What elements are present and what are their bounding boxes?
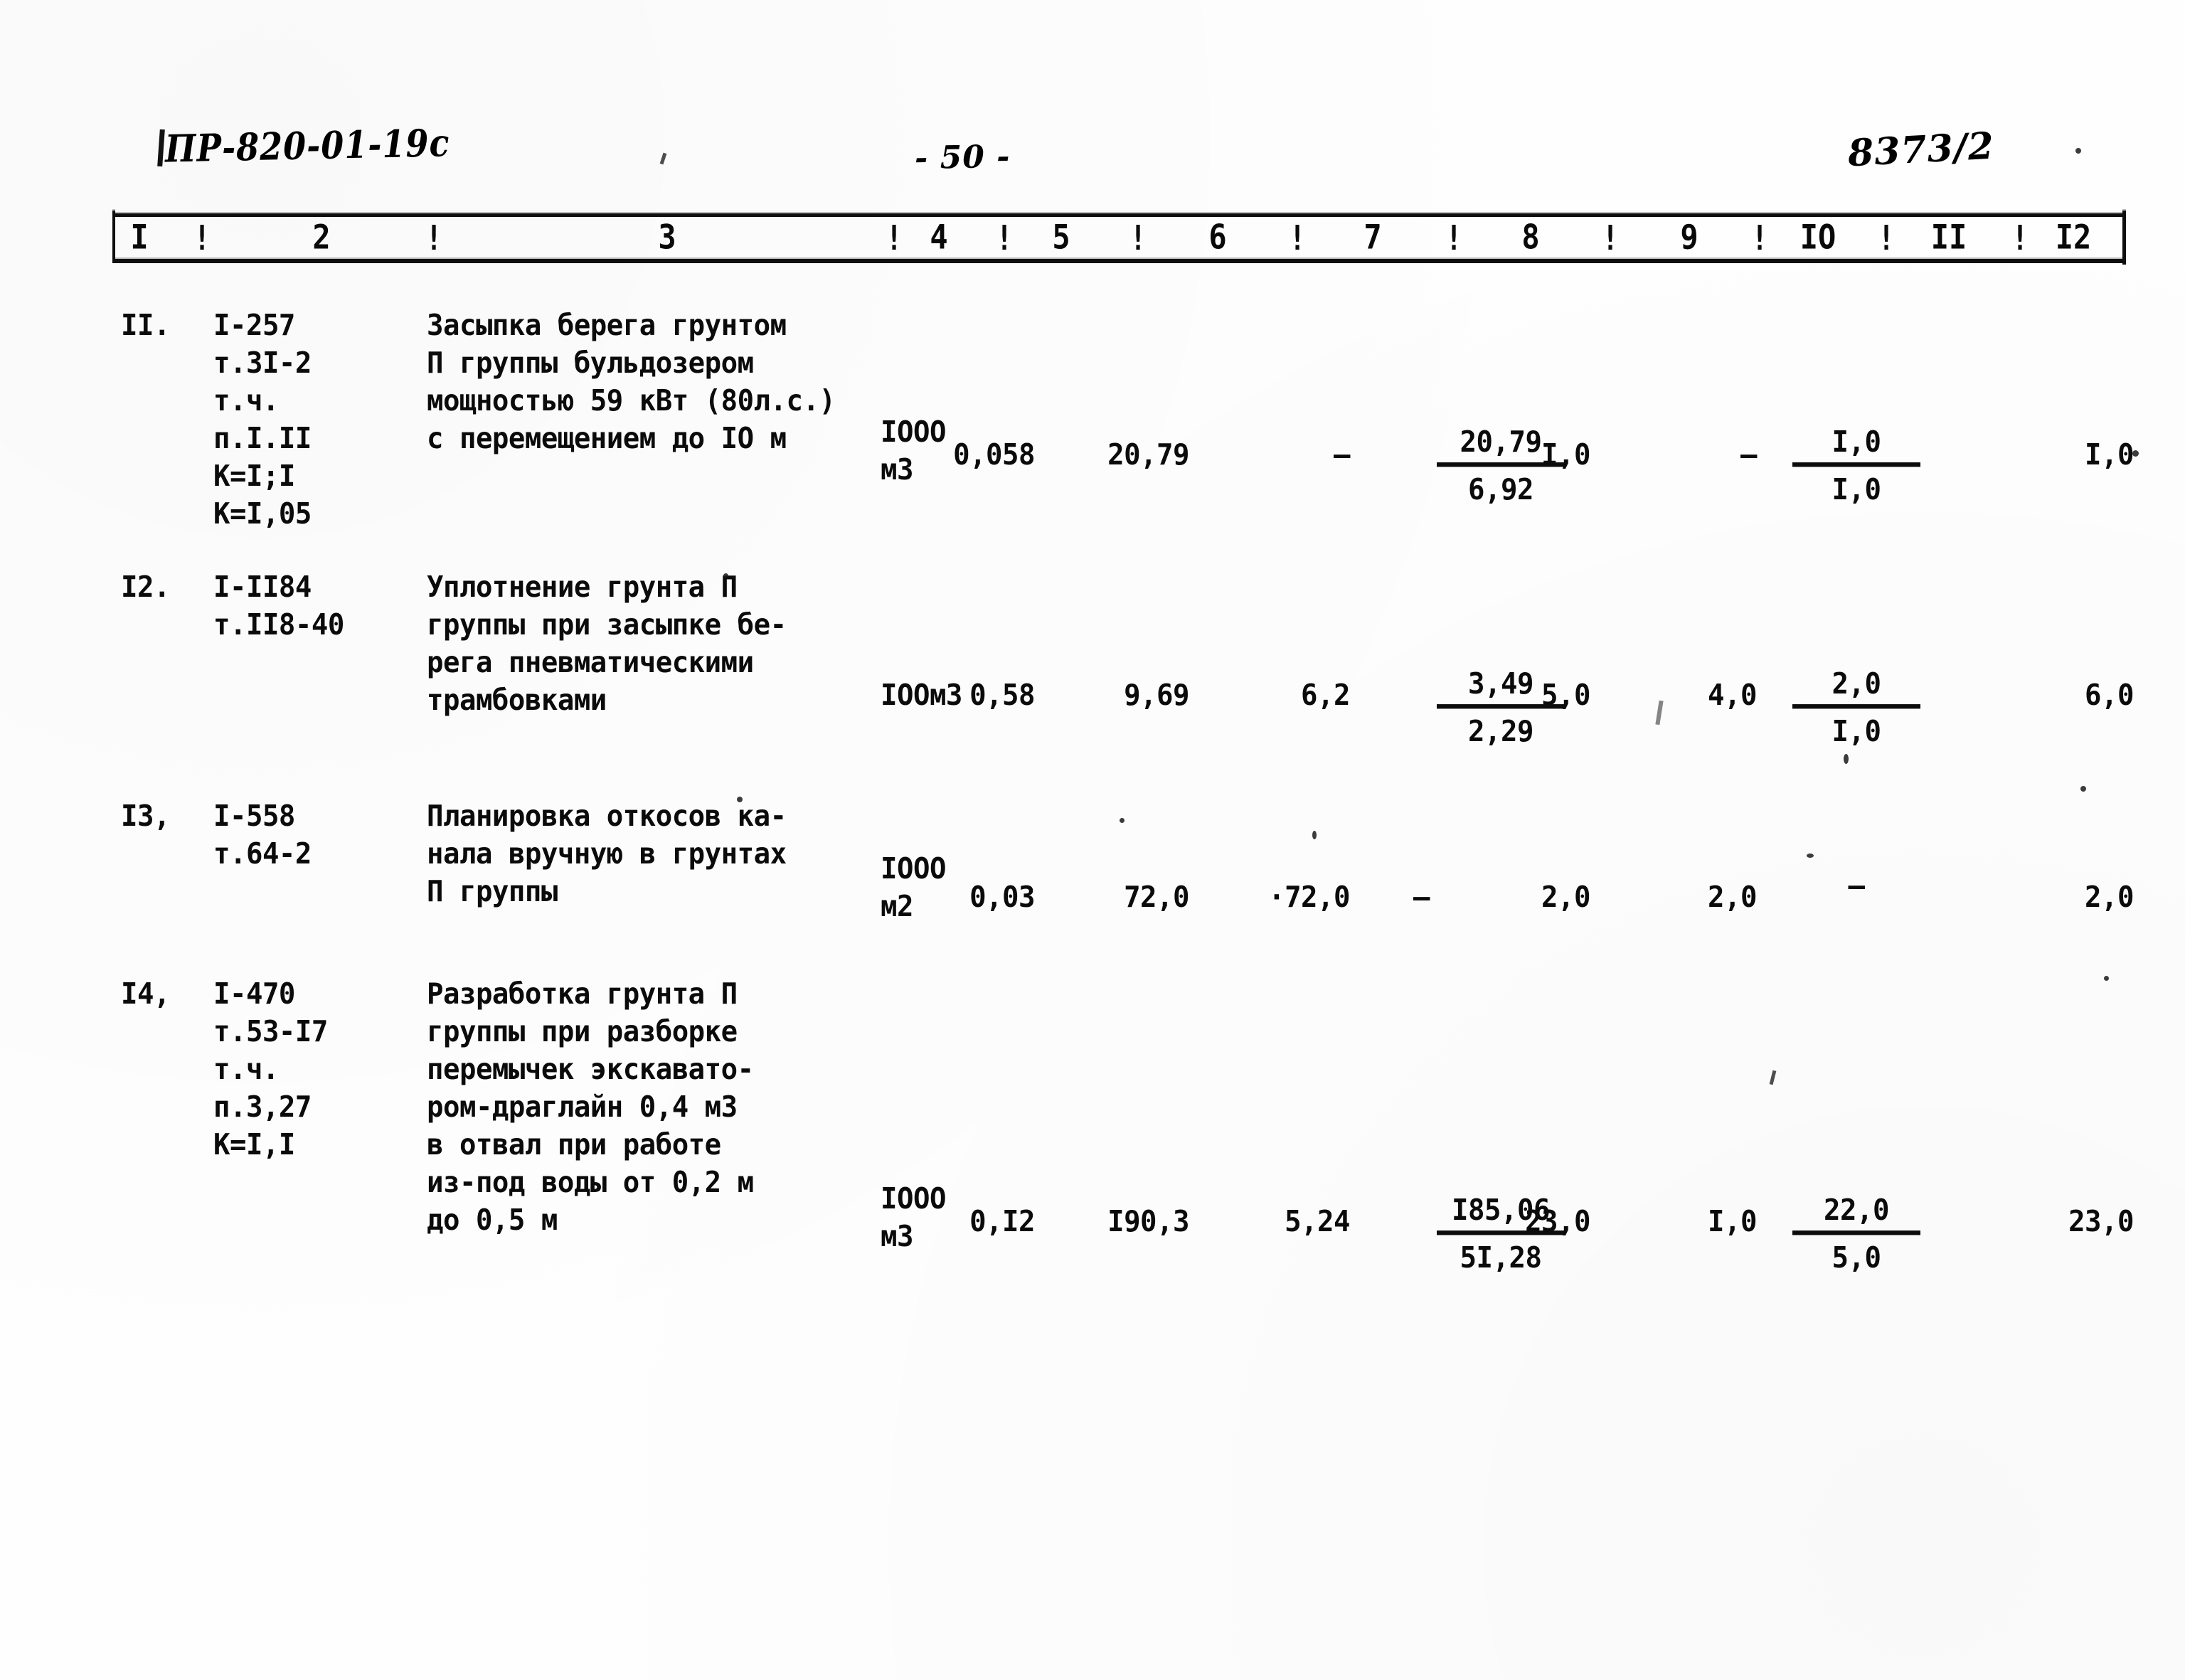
scan-speck bbox=[1120, 818, 1125, 823]
row-description: Разработка грунта П группы при разборке … bbox=[427, 977, 754, 1238]
column-separator: ! bbox=[886, 219, 903, 259]
column-header-II: II bbox=[1930, 218, 1967, 257]
row-col11-fraction: 22,0 5,0 bbox=[1792, 1192, 1920, 1277]
column-header-2: 2 bbox=[312, 218, 331, 257]
column-header-I: I bbox=[130, 218, 149, 257]
scanned-page: ПР-820-01-19с - 50 - 8373/2 I 2 3 4 5 6 7 8 9 IO I… bbox=[0, 0, 2185, 1680]
row-col12-value: 2,0 bbox=[2085, 881, 2134, 915]
row-col11-fraction: – bbox=[1792, 868, 1920, 905]
scan-speck bbox=[1807, 854, 1814, 858]
column-header-9: 9 bbox=[1680, 218, 1698, 257]
row-col8-fraction: 3,49 2,29 bbox=[1437, 666, 1565, 751]
row-item-number: II. bbox=[121, 309, 170, 343]
column-separator: ! bbox=[1751, 219, 1769, 259]
page-number: - 50 - bbox=[914, 138, 1011, 177]
row-norm-code: I-558 т.64-2 bbox=[213, 799, 312, 871]
scan-speck bbox=[723, 573, 728, 578]
row-item-number: I2. bbox=[121, 570, 170, 605]
column-header-I2: I2 bbox=[2055, 218, 2092, 257]
row-col6-value: – bbox=[1334, 438, 1350, 472]
row-col11-fraction-numerator: 22,0 bbox=[1792, 1192, 1920, 1235]
row-col6-value: 6,2 bbox=[1301, 679, 1350, 713]
column-separator: ! bbox=[1289, 219, 1307, 259]
row-col5-value: I90,3 bbox=[1107, 1205, 1189, 1239]
row-col10-value: 2,0 bbox=[1708, 881, 1757, 915]
row-col4-value: 0,058 bbox=[953, 438, 1035, 472]
row-col8-fraction-denominator: 2,29 bbox=[1468, 714, 1533, 749]
row-norm-code: I-II84 т.II8-40 bbox=[213, 570, 344, 642]
scan-speck bbox=[2075, 148, 2081, 154]
column-separator: ! bbox=[1445, 219, 1463, 259]
row-col5-value: 9,69 bbox=[1124, 679, 1189, 713]
row-col12-value: I,0 bbox=[2085, 438, 2134, 472]
column-header-4: 4 bbox=[930, 218, 948, 257]
scan-tick bbox=[1769, 1070, 1777, 1085]
column-separator: ! bbox=[1129, 219, 1147, 259]
row-col11-fraction-denominator: I,0 bbox=[1832, 472, 1881, 507]
row-col8-fraction: 20,79 6,92 bbox=[1437, 424, 1565, 509]
row-col11-fraction: I,0 I,0 bbox=[1792, 424, 1920, 509]
row-col12-value: 6,0 bbox=[2085, 679, 2134, 713]
row-col5-value: 20,79 bbox=[1107, 438, 1189, 472]
row-col4-value: 0,58 bbox=[969, 679, 1035, 713]
column-separator: ! bbox=[425, 219, 443, 259]
row-col11-fraction-value: – bbox=[1848, 869, 1865, 903]
column-header-5: 5 bbox=[1052, 218, 1070, 257]
row-col12-value: 23,0 bbox=[2068, 1205, 2134, 1239]
scan-speck bbox=[737, 797, 743, 802]
column-header-3: 3 bbox=[658, 218, 676, 257]
row-col11-fraction-numerator: I,0 bbox=[1792, 424, 1920, 467]
table-column-headers: I 2 3 4 5 6 7 8 9 IO II I2!!!!!!!!!!! bbox=[0, 218, 2185, 259]
column-separator: ! bbox=[1878, 219, 1896, 259]
row-description: Планировка откосов ка- нала вручную в гр… bbox=[427, 799, 787, 909]
row-col9-value: 2,0 bbox=[1541, 881, 1590, 915]
document-code: ПР-820-01-19с bbox=[164, 120, 450, 171]
row-col4-value: 0,03 bbox=[969, 881, 1035, 915]
scan-tick bbox=[659, 152, 667, 165]
scan-speck bbox=[1312, 831, 1317, 839]
row-col11-fraction: 2,0 I,0 bbox=[1792, 666, 1920, 751]
row-col10-value: 4,0 bbox=[1708, 679, 1757, 713]
column-header-6: 6 bbox=[1208, 218, 1227, 257]
row-col8-fraction-denominator: 5I,28 bbox=[1460, 1240, 1542, 1275]
column-header-IO: IO bbox=[1799, 218, 1836, 257]
row-norm-code: I-257 т.3I-2 т.ч. п.I.II К=I;I К=I,05 bbox=[213, 309, 312, 531]
row-col7-value: – bbox=[1413, 881, 1430, 915]
row-col5-value: 72,0 bbox=[1124, 881, 1189, 915]
scan-speck bbox=[2104, 976, 2109, 981]
row-col11-fraction-denominator: I,0 bbox=[1832, 714, 1881, 749]
row-col8-fraction: I85,06 5I,28 bbox=[1437, 1192, 1565, 1277]
row-col11-fraction-numerator: 2,0 bbox=[1792, 666, 1920, 709]
row-col11-fraction-denominator: 5,0 bbox=[1832, 1240, 1881, 1275]
table-top-rule bbox=[112, 212, 2125, 217]
column-header-8: 8 bbox=[1521, 218, 1540, 257]
column-separator: ! bbox=[996, 219, 1014, 259]
column-separator: ! bbox=[193, 219, 211, 259]
row-norm-code: I-470 т.53-I7 т.ч. п.3,27 К=I,I bbox=[213, 977, 328, 1162]
scan-speck bbox=[1844, 754, 1849, 764]
table-bottom-rule bbox=[112, 257, 2125, 263]
row-col8-fraction-numerator: I85,06 bbox=[1437, 1192, 1565, 1235]
row-col8-fraction-denominator: 6,92 bbox=[1468, 472, 1533, 507]
row-col10-value: I,0 bbox=[1708, 1205, 1757, 1239]
document-stamp: 8373/2 bbox=[1846, 124, 1996, 176]
row-item-number: I3, bbox=[121, 799, 170, 834]
column-separator: ! bbox=[1602, 219, 1620, 259]
row-col8-fraction-numerator: 3,49 bbox=[1437, 666, 1565, 709]
row-col6-value: 5,24 bbox=[1285, 1205, 1350, 1239]
row-col8-fraction-numerator: 20,79 bbox=[1437, 424, 1565, 467]
column-header-7: 7 bbox=[1363, 218, 1382, 257]
row-item-number: I4, bbox=[121, 977, 170, 1011]
column-separator: ! bbox=[2011, 219, 2029, 259]
row-col10-value: – bbox=[1740, 438, 1757, 472]
row-col4-value: 0,I2 bbox=[969, 1205, 1035, 1239]
row-description: Уплотнение грунта П группы при засыпке б… bbox=[427, 570, 787, 718]
scan-speck bbox=[2132, 450, 2139, 457]
handwritten-stroke bbox=[157, 129, 165, 167]
row-description: Засыпка берега грунтом П группы бульдозе… bbox=[427, 309, 836, 456]
scan-speck bbox=[2080, 786, 2086, 792]
